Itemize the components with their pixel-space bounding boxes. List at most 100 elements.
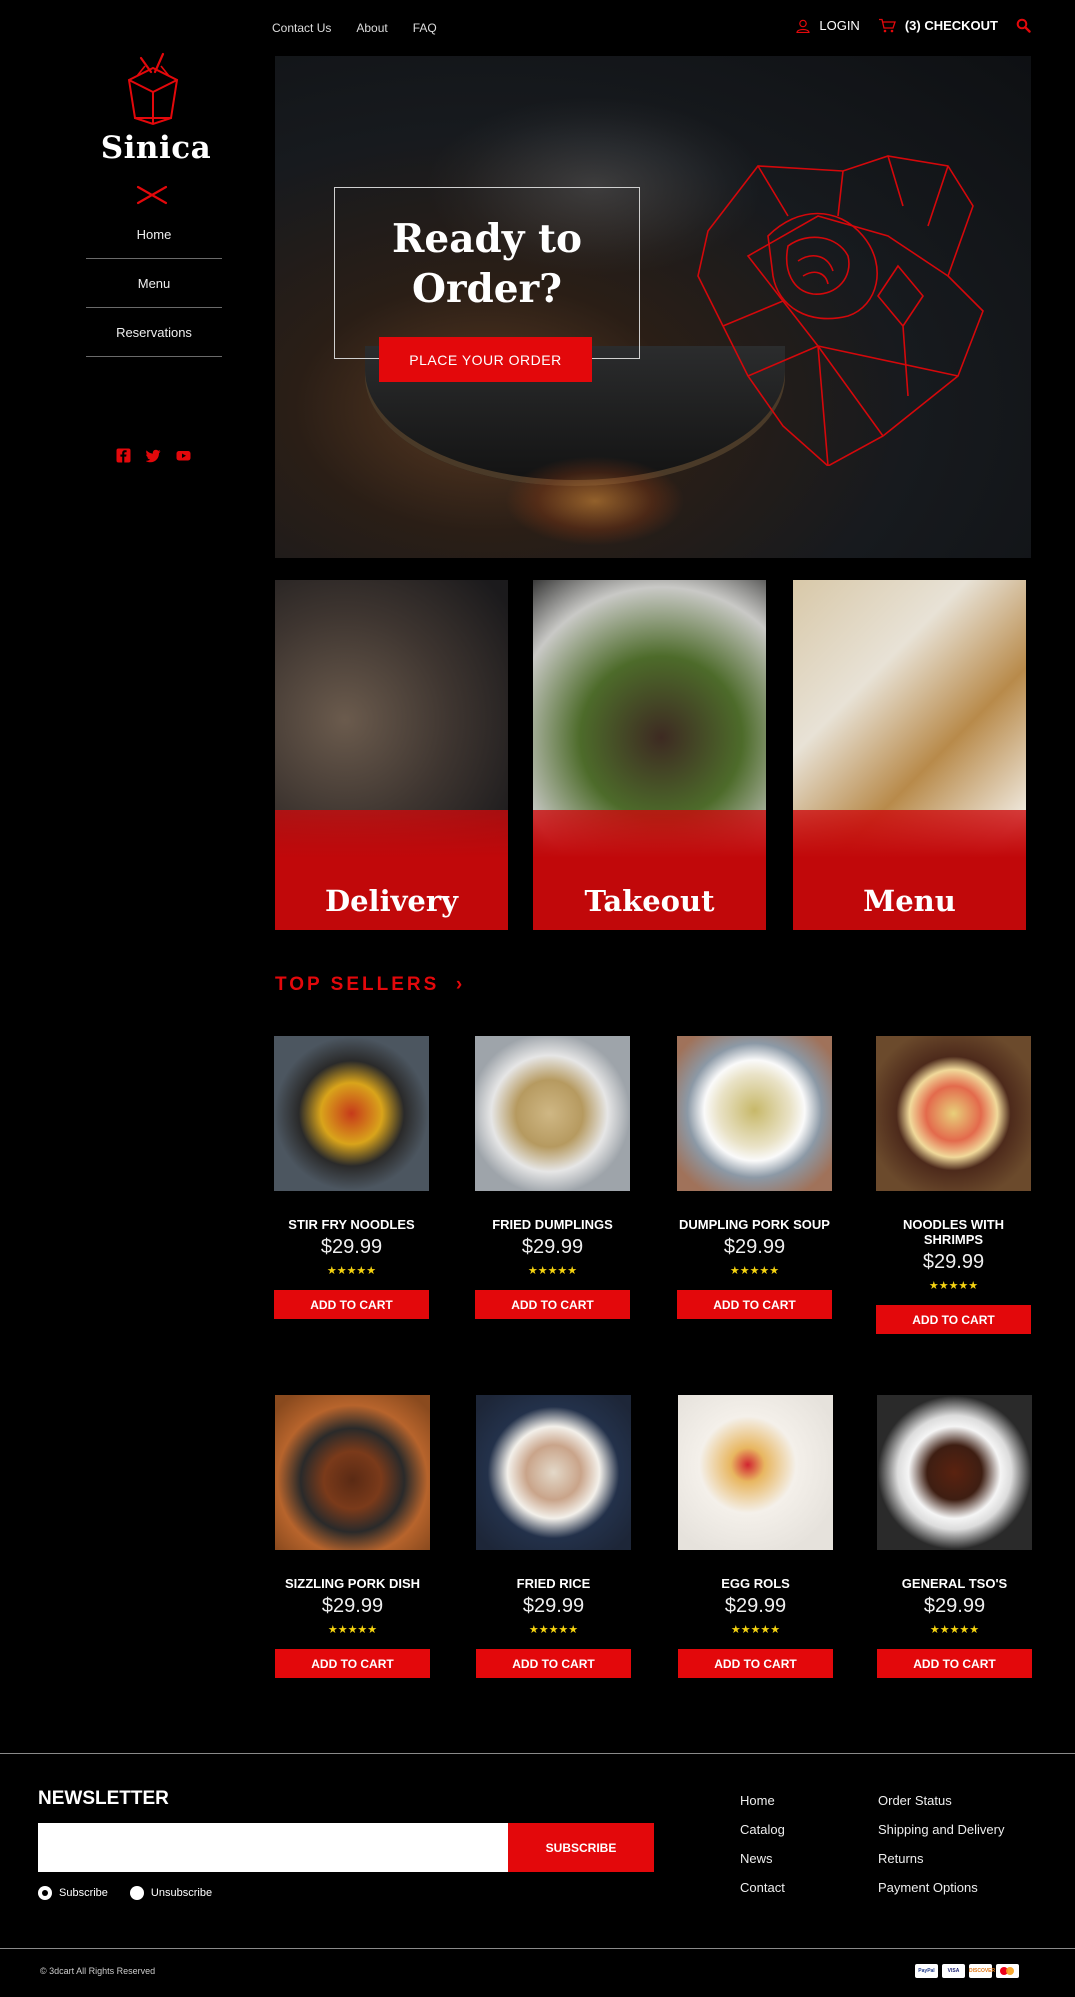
newsletter-title: NEWSLETTER	[38, 1788, 169, 1809]
add-to-cart-button[interactable]: ADD TO CART	[876, 1305, 1031, 1334]
youtube-icon[interactable]	[176, 448, 191, 463]
product-price: $29.99	[724, 1595, 787, 1617]
hero-title: Ready to Order?	[391, 216, 583, 312]
takeout-box-illustration-icon	[688, 146, 988, 467]
search-button[interactable]	[1016, 18, 1031, 33]
add-to-cart-button[interactable]: ADD TO CART	[677, 1290, 832, 1319]
rating-stars-icon: ★★★★★	[327, 1624, 378, 1636]
product-image[interactable]	[275, 1395, 430, 1550]
product-image[interactable]	[678, 1395, 833, 1550]
footer-link-payment-options[interactable]: Payment Options	[878, 1880, 978, 1895]
chopsticks-divider-icon	[136, 184, 168, 206]
contact-us-link[interactable]: Contact Us	[272, 21, 331, 35]
product-price: $29.99	[522, 1595, 585, 1617]
tile-label: Delivery	[324, 884, 459, 918]
login-label: LOGIN	[819, 18, 860, 33]
product-card: SIZZLING PORK DISH $29.99 ★★★★★ ADD TO C…	[275, 1395, 430, 1678]
product-card: FRIED DUMPLINGS $29.99 ★★★★★ ADD TO CART	[475, 1036, 630, 1319]
product-image[interactable]	[476, 1395, 631, 1550]
unsubscribe-radio[interactable]: Unsubscribe	[129, 1886, 212, 1900]
product-image[interactable]	[877, 1395, 1032, 1550]
hero-flame	[505, 456, 685, 546]
takeout-box-logo-icon[interactable]	[123, 50, 183, 128]
category-tile-takeout[interactable]: Takeout	[533, 580, 766, 930]
paypal-icon: PayPal	[915, 1964, 938, 1978]
user-icon	[796, 19, 810, 33]
top-links: Contact Us About FAQ	[272, 21, 437, 35]
top-sellers-heading[interactable]: TOP SELLERS ›	[275, 974, 465, 996]
newsletter-email-input[interactable]	[38, 1823, 508, 1872]
product-card: DUMPLING PORK SOUP $29.99 ★★★★★ ADD TO C…	[677, 1036, 832, 1319]
mastercard-icon	[996, 1964, 1019, 1978]
product-image[interactable]	[876, 1036, 1031, 1191]
product-card: FRIED RICE $29.99 ★★★★★ ADD TO CART	[476, 1395, 631, 1678]
about-link[interactable]: About	[356, 21, 387, 35]
product-name[interactable]: NOODLES WITH SHRIMPS	[876, 1217, 1031, 1247]
product-image[interactable]	[274, 1036, 429, 1191]
product-name[interactable]: FRIED RICE	[476, 1576, 631, 1591]
add-to-cart-button[interactable]: ADD TO CART	[475, 1290, 630, 1319]
product-price: $29.99	[321, 1595, 384, 1617]
category-tile-menu[interactable]: Menu	[793, 580, 1026, 930]
checkout-label: (3) CHECKOUT	[904, 18, 998, 33]
checkout-link[interactable]: (3) CHECKOUT	[878, 18, 998, 33]
radio-selected-icon	[38, 1886, 52, 1900]
tile-label: Takeout	[584, 884, 715, 918]
product-price: $29.99	[923, 1595, 986, 1617]
subscribe-radio[interactable]: Subscribe	[38, 1886, 108, 1900]
sidebar-nav: Home Menu Reservations	[86, 210, 222, 357]
social-links	[116, 448, 191, 463]
product-price: $29.99	[723, 1236, 786, 1258]
sidebar-item-home[interactable]: Home	[86, 210, 222, 259]
rating-stars-icon: ★★★★★	[326, 1265, 377, 1277]
product-name[interactable]: SIZZLING PORK DISH	[275, 1576, 430, 1591]
subscribe-button[interactable]: SUBSCRIBE	[508, 1823, 654, 1872]
product-price: $29.99	[521, 1236, 584, 1258]
faq-link[interactable]: FAQ	[413, 21, 437, 35]
rating-stars-icon: ★★★★★	[929, 1624, 980, 1636]
sidebar-item-menu[interactable]: Menu	[86, 259, 222, 308]
footer-link-order-status[interactable]: Order Status	[878, 1793, 952, 1808]
product-price: $29.99	[320, 1236, 383, 1258]
login-link[interactable]: LOGIN	[796, 18, 860, 33]
category-tile-delivery[interactable]: Delivery	[275, 580, 508, 930]
product-name[interactable]: EGG ROLS	[678, 1576, 833, 1591]
product-image[interactable]	[475, 1036, 630, 1191]
product-name[interactable]: DUMPLING PORK SOUP	[677, 1217, 832, 1232]
footer-link-shipping[interactable]: Shipping and Delivery	[878, 1822, 1004, 1837]
bottom-divider	[0, 1948, 1075, 1949]
product-image[interactable]	[677, 1036, 832, 1191]
rating-stars-icon: ★★★★★	[729, 1265, 780, 1277]
footer-link-catalog[interactable]: Catalog	[740, 1822, 785, 1837]
footer-link-news[interactable]: News	[740, 1851, 773, 1866]
product-card: NOODLES WITH SHRIMPS $29.99 ★★★★★ ADD TO…	[876, 1036, 1031, 1334]
product-card: STIR FRY NOODLES $29.99 ★★★★★ ADD TO CAR…	[274, 1036, 429, 1319]
product-name[interactable]: GENERAL TSO'S	[877, 1576, 1032, 1591]
rating-stars-icon: ★★★★★	[928, 1280, 979, 1292]
copyright-text: © 3dcart All Rights Reserved	[40, 1966, 156, 1976]
add-to-cart-button[interactable]: ADD TO CART	[476, 1649, 631, 1678]
place-order-button[interactable]: PLACE YOUR ORDER	[379, 337, 592, 382]
facebook-icon[interactable]	[116, 448, 131, 463]
product-name[interactable]: FRIED DUMPLINGS	[475, 1217, 630, 1232]
sidebar-item-reservations[interactable]: Reservations	[86, 308, 222, 357]
rating-stars-icon: ★★★★★	[527, 1265, 578, 1277]
footer-links-help: Order Status Shipping and Delivery Retur…	[878, 1793, 1004, 1909]
search-icon	[1016, 18, 1031, 33]
footer-link-returns[interactable]: Returns	[878, 1851, 924, 1866]
add-to-cart-button[interactable]: ADD TO CART	[274, 1290, 429, 1319]
footer-link-home[interactable]: Home	[740, 1793, 775, 1808]
brand-name[interactable]: Sinica	[0, 130, 312, 166]
product-price: $29.99	[922, 1251, 985, 1273]
product-name[interactable]: STIR FRY NOODLES	[274, 1217, 429, 1232]
discover-icon: DISCOVER	[969, 1964, 995, 1978]
product-card: GENERAL TSO'S $29.99 ★★★★★ ADD TO CART	[877, 1395, 1032, 1678]
footer-link-contact[interactable]: Contact	[740, 1880, 785, 1895]
product-card: EGG ROLS $29.99 ★★★★★ ADD TO CART	[678, 1395, 833, 1678]
top-sellers-title: TOP SELLERS	[275, 974, 440, 995]
add-to-cart-button[interactable]: ADD TO CART	[275, 1649, 430, 1678]
add-to-cart-button[interactable]: ADD TO CART	[678, 1649, 833, 1678]
twitter-icon[interactable]	[145, 448, 161, 463]
chevron-right-icon: ›	[447, 974, 466, 995]
add-to-cart-button[interactable]: ADD TO CART	[877, 1649, 1032, 1678]
